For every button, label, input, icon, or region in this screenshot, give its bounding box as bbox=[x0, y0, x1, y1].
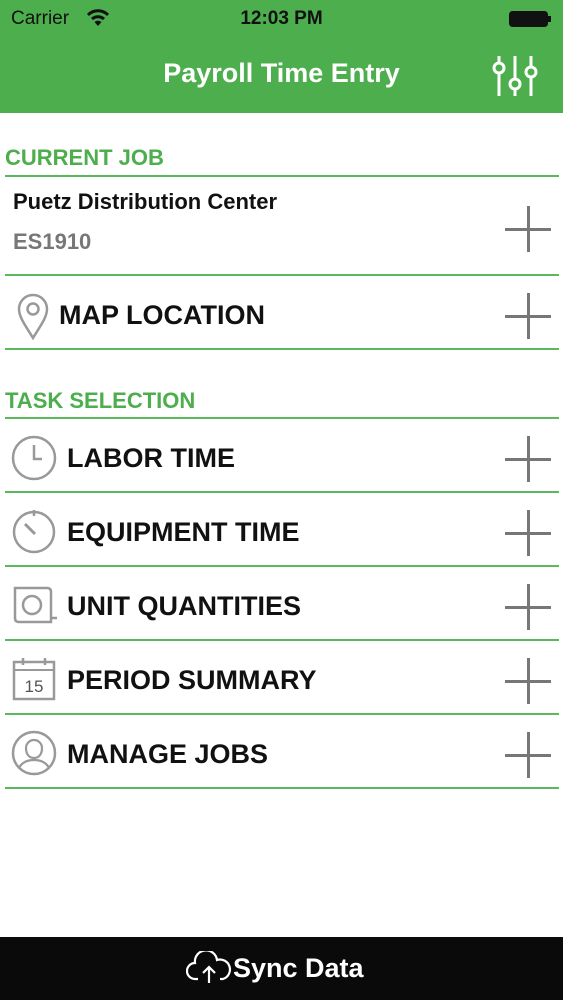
nav-bar: Payroll Time Entry bbox=[0, 40, 563, 113]
plus-icon[interactable] bbox=[505, 732, 551, 778]
plus-icon[interactable] bbox=[505, 584, 551, 630]
job-code: ES1910 bbox=[13, 229, 92, 254]
plus-icon[interactable] bbox=[505, 293, 551, 339]
plus-icon[interactable] bbox=[505, 658, 551, 704]
sync-data-label: Sync Data bbox=[233, 953, 364, 983]
task-item-label: PERIOD SUMMARY bbox=[67, 665, 317, 695]
clock-icon bbox=[11, 435, 57, 481]
current-job-header: CURRENT JOB bbox=[5, 145, 164, 170]
person-icon bbox=[11, 730, 57, 776]
battery-icon bbox=[509, 11, 551, 27]
task-item-label: MANAGE JOBS bbox=[67, 739, 269, 769]
calendar-day-text: 15 bbox=[25, 677, 44, 696]
cloud-upload-icon bbox=[186, 951, 232, 983]
task-item-labor-time[interactable]: LABOR TIME bbox=[0, 419, 563, 491]
tape-measure-icon bbox=[13, 586, 57, 624]
map-pin-icon bbox=[17, 293, 49, 340]
task-item-manage-jobs[interactable]: MANAGE JOBS bbox=[0, 715, 563, 787]
calendar-icon: 15 bbox=[12, 658, 56, 701]
map-location-label: MAP LOCATION bbox=[59, 300, 265, 330]
divider bbox=[5, 348, 559, 350]
task-item-equipment-time[interactable]: EQUIPMENT TIME bbox=[0, 493, 563, 565]
sync-data-button[interactable]: Sync Data bbox=[0, 937, 563, 1000]
page-title: Payroll Time Entry bbox=[163, 58, 400, 88]
task-item-label: UNIT QUANTITIES bbox=[67, 591, 301, 621]
current-job-row[interactable]: Puetz Distribution Center ES1910 bbox=[0, 177, 563, 274]
map-location-row[interactable]: MAP LOCATION bbox=[0, 276, 563, 349]
status-time: 12:03 PM bbox=[240, 8, 323, 29]
task-selection-header: TASK SELECTION bbox=[5, 388, 196, 413]
sliders-settings-icon[interactable] bbox=[491, 54, 539, 98]
divider bbox=[5, 787, 559, 789]
job-name: Puetz Distribution Center bbox=[13, 189, 278, 214]
task-item-period-summary[interactable]: 15 PERIOD SUMMARY bbox=[0, 641, 563, 713]
task-item-unit-quantities[interactable]: UNIT QUANTITIES bbox=[0, 567, 563, 639]
plus-icon[interactable] bbox=[505, 436, 551, 482]
plus-icon[interactable] bbox=[505, 206, 551, 252]
task-item-label: LABOR TIME bbox=[67, 443, 235, 473]
task-item-label: EQUIPMENT TIME bbox=[67, 517, 300, 547]
stopwatch-icon bbox=[12, 510, 56, 554]
status-bar: Carrier 12:03 PM bbox=[0, 0, 563, 40]
plus-icon[interactable] bbox=[505, 510, 551, 556]
